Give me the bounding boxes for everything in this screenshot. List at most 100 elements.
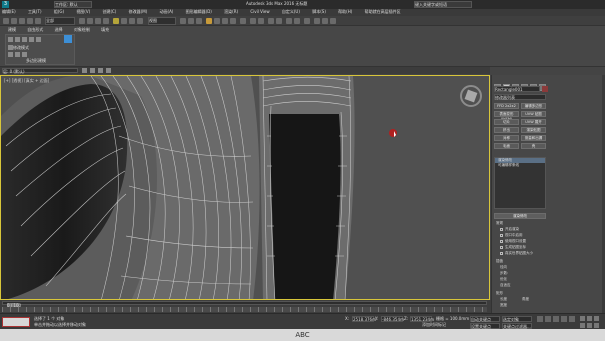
window-crossing-icon[interactable] [103, 18, 109, 24]
layer-select-icon[interactable] [90, 68, 95, 73]
object-color-swatch[interactable] [542, 86, 548, 92]
modifier-button[interactable]: UVW 贴图 [521, 111, 546, 117]
modifier-list-dropdown[interactable]: 修改器列表 [494, 94, 546, 100]
material-editor-icon[interactable] [304, 18, 310, 24]
checkbox-icon[interactable] [500, 245, 503, 249]
option-checkbox[interactable]: 开启渲染 [500, 227, 519, 232]
checkbox-icon[interactable] [500, 227, 503, 231]
x-coordinate-field[interactable]: 2518.376m [352, 316, 376, 322]
render-production-icon[interactable] [330, 18, 336, 24]
reference-coordinate-dropdown[interactable]: 视图 [148, 17, 176, 25]
tab-selection[interactable]: 选择 [55, 27, 63, 32]
object-name-field[interactable]: Rectangle001 [494, 86, 540, 92]
menu-animation[interactable]: 动画(A) [160, 9, 174, 14]
play-icon[interactable] [553, 316, 559, 322]
tab-populate[interactable]: 填充 [101, 27, 109, 32]
modifier-button[interactable]: UVW 展开 [521, 119, 546, 125]
modifier-button[interactable]: 表面变形 (WSM) [494, 111, 519, 121]
field-of-view-icon[interactable] [580, 323, 585, 328]
y-coordinate-field[interactable]: -846.354m [381, 316, 404, 322]
checkbox-icon[interactable] [500, 233, 503, 237]
toggle-ribbon-icon[interactable] [276, 18, 282, 24]
maxscript-listener[interactable] [2, 317, 30, 327]
add-time-tag[interactable]: 添加时间标记 [422, 322, 446, 327]
app-logo[interactable]: 3 [2, 1, 9, 8]
bind-space-warp-icon[interactable] [35, 18, 41, 24]
schematic-view-icon[interactable] [294, 18, 300, 24]
pan-icon[interactable] [587, 323, 592, 328]
render-setup-icon[interactable] [314, 18, 320, 24]
select-manipulate-icon[interactable] [188, 18, 194, 24]
repeat-icon[interactable] [22, 52, 27, 57]
modifier-button[interactable]: FFD 2x2x2 [494, 103, 519, 109]
layer-freeze-icon[interactable] [106, 68, 111, 73]
redo-icon[interactable] [11, 18, 17, 24]
layer-explorer-icon[interactable] [268, 18, 274, 24]
layer-dropdown[interactable]: 层: 0 (默认) [2, 68, 78, 74]
zoom-extents-icon[interactable] [594, 316, 599, 321]
rollout-header[interactable]: 渲染修改 [494, 213, 546, 219]
element-icon[interactable] [36, 37, 41, 42]
zoom-icon[interactable] [580, 316, 585, 321]
track-bar[interactable] [2, 307, 487, 312]
option-checkbox[interactable]: 使用视口设置 [500, 239, 526, 244]
edit-named-selection-icon[interactable] [240, 18, 246, 24]
auto-key-button[interactable]: 自动关键点 [470, 316, 500, 322]
modifier-button[interactable]: 挤出 [494, 127, 519, 133]
vertex-icon[interactable] [8, 37, 13, 42]
selection-filter-dropdown[interactable]: 全部 [45, 17, 75, 25]
perspective-viewport[interactable]: [+] [透视] [真实 + 边面] [0, 75, 490, 300]
stack-icon[interactable] [8, 52, 13, 57]
menu-edit[interactable]: 编辑(E) [2, 9, 16, 14]
optimize-checkbox[interactable]: 优化 [500, 277, 507, 282]
undo-icon[interactable] [3, 18, 9, 24]
orbit-icon[interactable] [594, 323, 599, 328]
menu-customize[interactable]: 自定义(U) [282, 9, 300, 14]
select-object-icon[interactable] [79, 18, 85, 24]
tab-object-paint[interactable]: 对象绘制 [74, 27, 90, 32]
menu-civil-view[interactable]: Civil View [250, 9, 269, 14]
menu-group[interactable]: 组(G) [54, 9, 64, 14]
angle-snap-icon[interactable] [214, 18, 220, 24]
option-checkbox[interactable]: 视口中启用 [500, 233, 523, 238]
layer-hide-icon[interactable] [98, 68, 103, 73]
pivot-center-icon[interactable] [180, 18, 186, 24]
rendered-frame-icon[interactable] [322, 18, 328, 24]
menu-view[interactable]: 视图(V) [76, 9, 90, 14]
workspace-dropdown[interactable]: 工作区: 默认 [54, 1, 92, 8]
modifier-button[interactable]: 对称 [494, 135, 519, 141]
polygon-icon[interactable] [29, 37, 34, 42]
rotate-icon[interactable] [121, 18, 127, 24]
layer-add-icon[interactable] [82, 68, 87, 73]
modifier-button[interactable]: 渲染贴图 [521, 127, 546, 133]
mirror-icon[interactable] [250, 18, 256, 24]
spinner-snap-icon[interactable] [230, 18, 236, 24]
next-frame-icon[interactable] [561, 316, 567, 322]
tab-freeform[interactable]: 自由形式 [27, 27, 43, 32]
ribbon-active-icon[interactable] [64, 35, 72, 43]
modifier-button[interactable]: 切片 [494, 119, 519, 125]
rectangle-selection-icon[interactable] [95, 18, 101, 24]
curve-editor-icon[interactable] [286, 18, 292, 24]
checkbox-icon[interactable] [500, 251, 503, 255]
modifier-button[interactable]: 壳 [521, 143, 546, 149]
unlink-icon[interactable] [27, 18, 33, 24]
preserve-uv-icon[interactable] [15, 52, 20, 57]
snaps-toggle-icon[interactable] [206, 18, 212, 24]
menu-tools[interactable]: 工具(T) [28, 9, 42, 14]
menu-plugins[interactable]: 帮助就在高层插件区 [365, 9, 401, 14]
selected-dropdown[interactable]: 选定对象 [502, 316, 532, 322]
search-input[interactable]: 键入关键字或短语 [414, 1, 472, 8]
keyboard-shortcut-icon[interactable] [196, 18, 202, 24]
checkbox-icon[interactable] [500, 239, 503, 243]
zoom-all-icon[interactable] [587, 316, 592, 321]
goto-end-icon[interactable] [569, 316, 575, 322]
move-icon[interactable] [113, 18, 119, 24]
scale-icon[interactable] [129, 18, 135, 24]
place-icon[interactable] [137, 18, 143, 24]
menu-scripting[interactable]: 脚本(S) [312, 9, 326, 14]
time-slider[interactable]: 0 / 100 [2, 301, 487, 308]
menu-rendering[interactable]: 渲染(R) [224, 9, 238, 14]
option-checkbox[interactable]: 真实世界贴图大小 [500, 251, 533, 256]
modifier-button[interactable]: 毛面 [494, 143, 519, 149]
